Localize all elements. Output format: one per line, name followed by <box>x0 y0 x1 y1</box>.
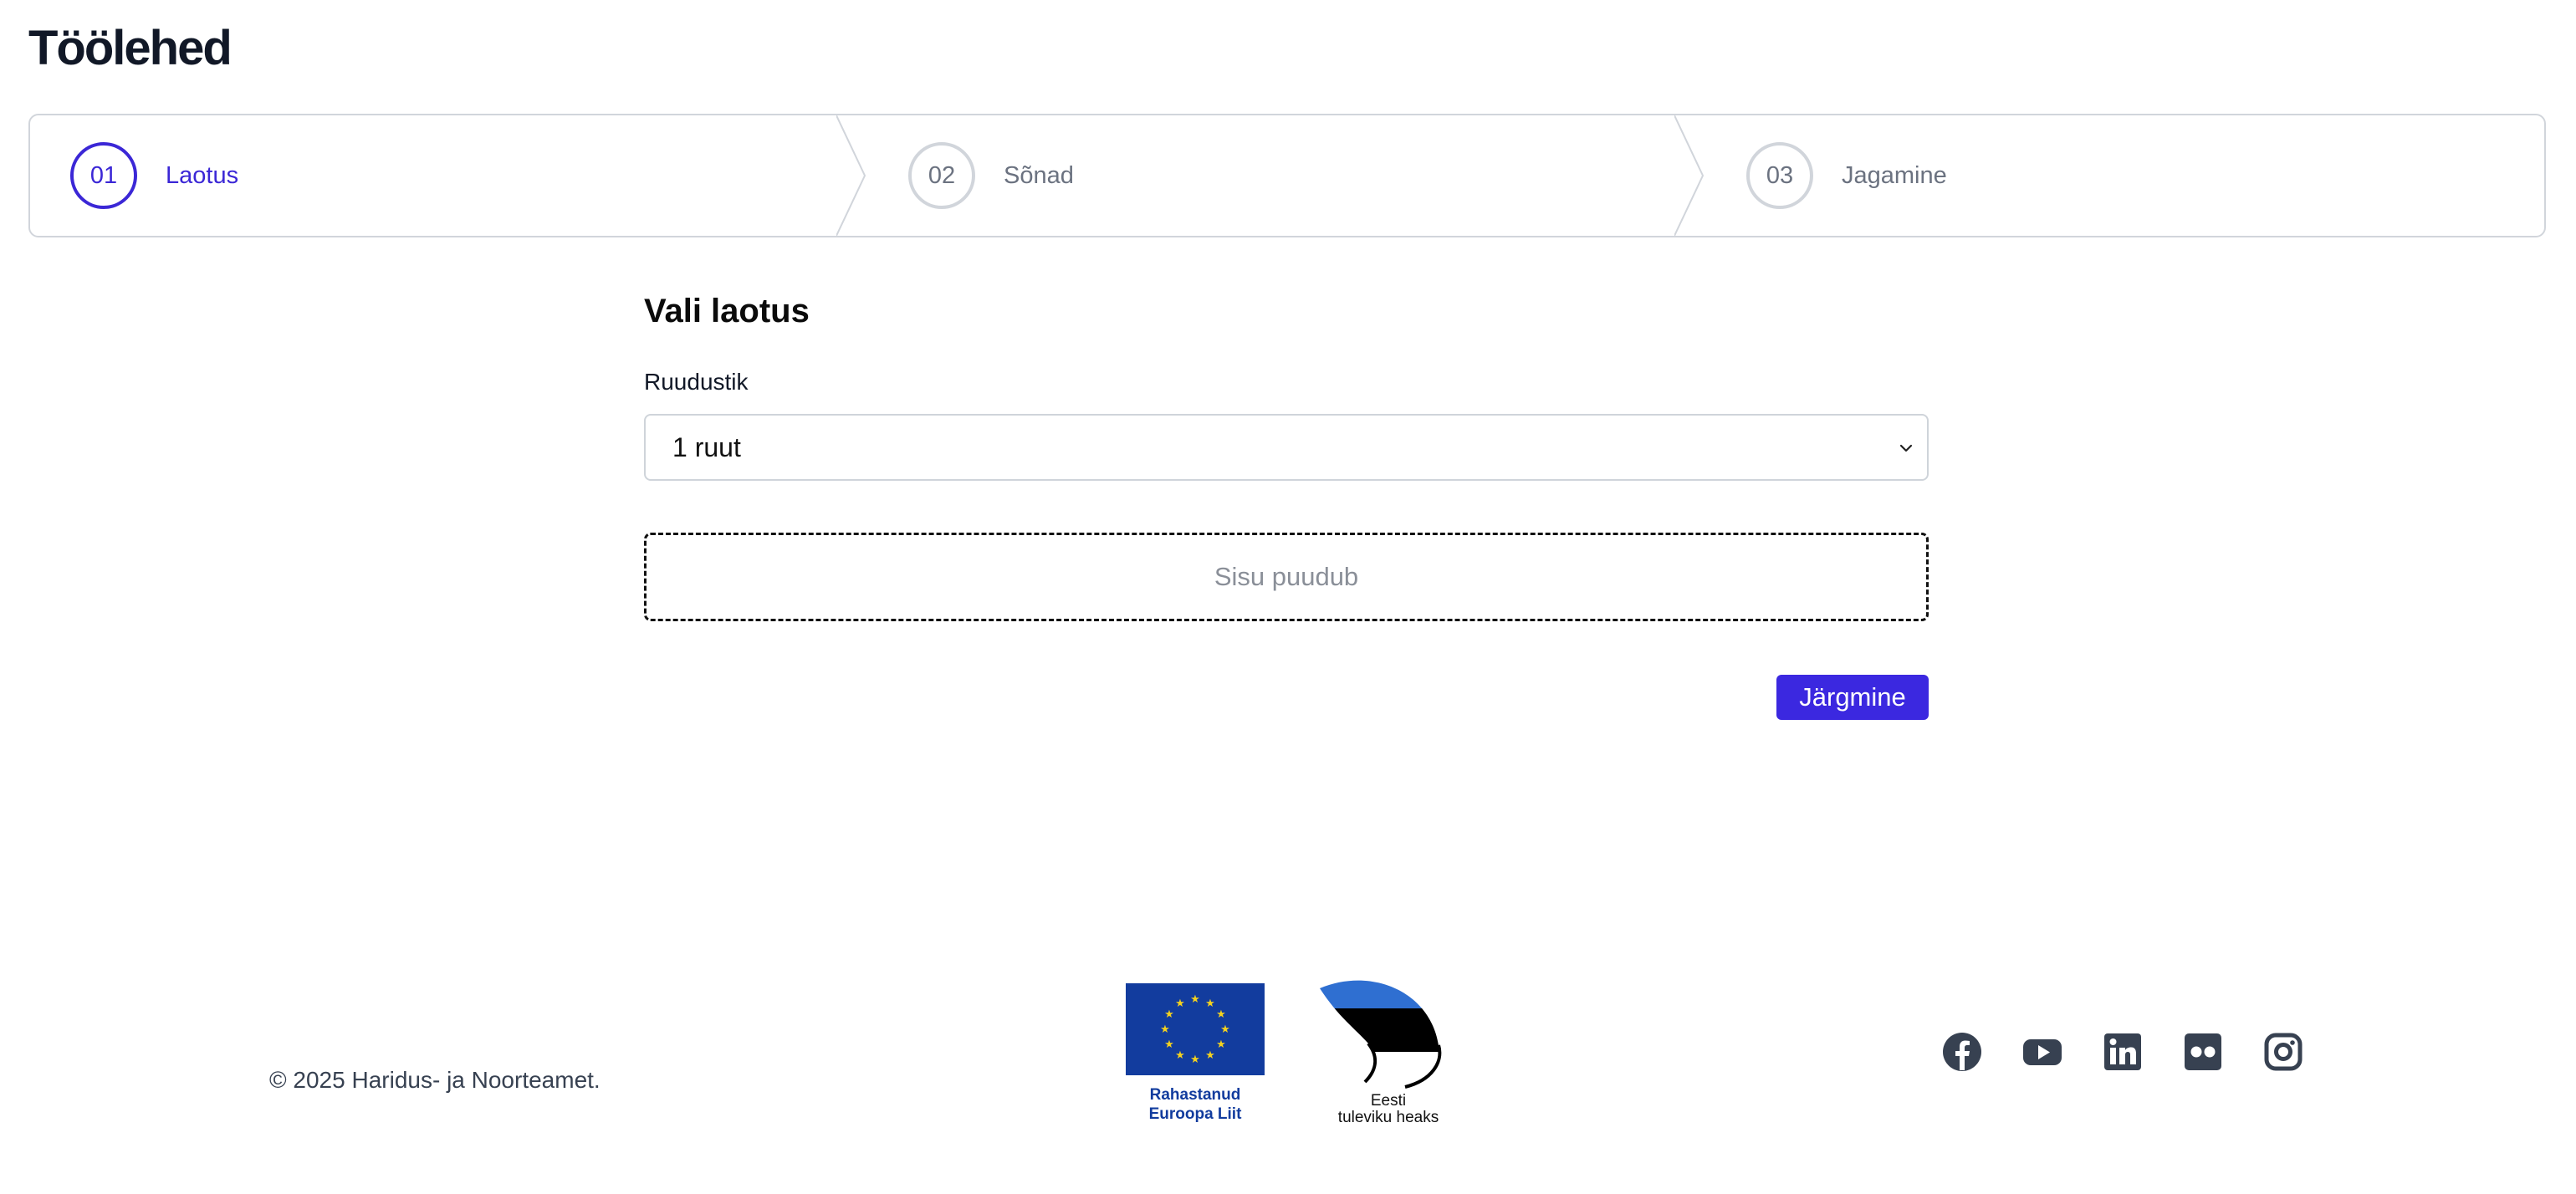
eu-funding-logo: ★ ★ ★ ★ ★ ★ ★ ★ ★ ★ ★ ★ Rahastanud Euroo… <box>1126 983 1265 1124</box>
svg-text:★: ★ <box>1190 1054 1200 1066</box>
instagram-icon[interactable] <box>2263 1032 2303 1072</box>
grid-select[interactable]: 1 ruut <box>644 414 1929 481</box>
flickr-icon[interactable] <box>2183 1032 2223 1072</box>
eu-caption-line2: Euroopa Liit <box>1148 1105 1242 1123</box>
step-label: Sõnad <box>1004 161 1074 189</box>
step-number-circle: 02 <box>908 142 975 209</box>
estonia-future-logo: Eesti tuleviku heaks <box>1305 975 1472 1126</box>
section-title: Vali laotus <box>644 293 810 329</box>
stepper: 01 Laotus 02 Sõnad 03 Jagamine <box>28 114 2546 237</box>
step-label: Jagamine <box>1842 161 1947 189</box>
grid-field-label: Ruudustik <box>644 369 749 395</box>
copyright-text: © 2025 Haridus- ja Noorteamet. <box>269 1067 601 1093</box>
youtube-icon[interactable] <box>2022 1032 2062 1072</box>
step-number-circle: 03 <box>1746 142 1813 209</box>
svg-text:★: ★ <box>1220 1023 1230 1036</box>
svg-text:★: ★ <box>1164 1008 1174 1021</box>
step-separator-chevron <box>1674 115 1705 236</box>
estonian-flag-wave-icon <box>1320 980 1442 1089</box>
svg-text:★: ★ <box>1175 998 1185 1010</box>
svg-text:★: ★ <box>1190 993 1200 1006</box>
social-links <box>1942 1032 2303 1072</box>
svg-text:★: ★ <box>1164 1038 1174 1051</box>
step-jagamine[interactable]: 03 Jagamine <box>1706 115 2544 236</box>
svg-text:★: ★ <box>1216 1008 1226 1021</box>
linkedin-icon[interactable] <box>2103 1032 2143 1072</box>
step-separator-chevron <box>836 115 866 236</box>
grid-select-value: 1 ruut <box>672 431 741 462</box>
content-placeholder: Sisu puudub <box>644 533 1929 621</box>
empty-state-text: Sisu puudub <box>1214 562 1359 591</box>
step-laotus[interactable]: 01 Laotus <box>30 115 868 236</box>
svg-text:★: ★ <box>1205 998 1215 1010</box>
svg-text:★: ★ <box>1216 1038 1226 1051</box>
next-button[interactable]: Järgmine <box>1776 675 1929 720</box>
svg-text:★: ★ <box>1205 1049 1215 1062</box>
form-actions: Järgmine <box>644 675 1929 720</box>
eu-flag-icon: ★ ★ ★ ★ ★ ★ ★ ★ ★ ★ ★ ★ <box>1126 983 1265 1075</box>
ee-caption-line2: tuleviku heaks <box>1337 1109 1439 1126</box>
page-title: Töölehed <box>28 21 233 75</box>
layout-form: Vali laotus Ruudustik 1 ruut Sisu puudub… <box>644 293 1929 720</box>
page: Töölehed 01 Laotus 02 Sõnad 03 Jagamine … <box>0 0 2576 1194</box>
chevron-down-icon <box>1899 444 1913 452</box>
svg-text:★: ★ <box>1160 1023 1170 1036</box>
step-label: Laotus <box>166 161 239 189</box>
svg-text:★: ★ <box>1175 1049 1185 1062</box>
step-number-circle: 01 <box>70 142 137 209</box>
ee-caption-line1: Eesti <box>1370 1092 1407 1110</box>
step-sonad[interactable]: 02 Sõnad <box>868 115 1706 236</box>
facebook-icon[interactable] <box>1942 1032 1982 1072</box>
eu-caption-line1: Rahastanud <box>1149 1086 1241 1104</box>
